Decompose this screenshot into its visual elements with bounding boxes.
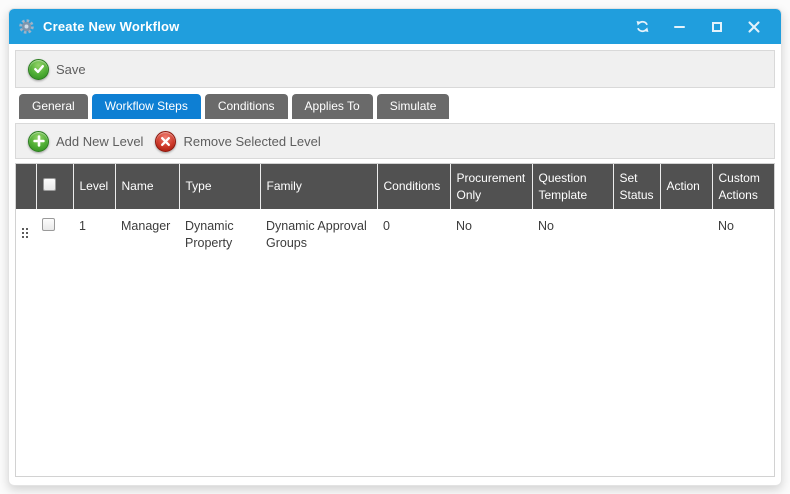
cell-procurement-only: No xyxy=(450,209,532,255)
tab-strip: General Workflow Steps Conditions Applie… xyxy=(15,94,775,119)
col-set-status[interactable]: Set Status xyxy=(613,164,660,209)
col-level[interactable]: Level xyxy=(73,164,115,209)
cell-custom-actions: No xyxy=(712,209,774,255)
row-select-cell xyxy=(36,209,73,255)
select-all-header xyxy=(36,164,73,209)
tab-conditions[interactable]: Conditions xyxy=(205,94,288,119)
save-button[interactable]: Save xyxy=(24,57,94,82)
save-label: Save xyxy=(56,62,86,77)
grid-toolbar: Add New Level Remove Selected Level xyxy=(15,123,775,159)
workflow-steps-grid: Level Name Type Family Conditions Procur… xyxy=(15,163,775,477)
drag-handle-icon[interactable] xyxy=(22,228,28,238)
cell-question-template: No xyxy=(532,209,613,255)
cell-family: Dynamic Approval Groups xyxy=(260,209,377,255)
header-row: Level Name Type Family Conditions Procur… xyxy=(16,164,774,209)
col-name[interactable]: Name xyxy=(115,164,179,209)
minimize-button[interactable] xyxy=(672,19,687,34)
maximize-icon xyxy=(712,22,722,32)
remove-cross-icon xyxy=(155,131,176,152)
col-action[interactable]: Action xyxy=(660,164,712,209)
create-workflow-dialog: Create New Workflow xyxy=(8,8,782,486)
desktop: { "window": { "title": "Create New Workf… xyxy=(0,0,790,494)
select-all-checkbox[interactable] xyxy=(43,178,56,191)
tab-general[interactable]: General xyxy=(19,94,88,119)
remove-selected-level-label: Remove Selected Level xyxy=(183,134,320,149)
remove-selected-level-button[interactable]: Remove Selected Level xyxy=(151,129,328,154)
cell-type: Dynamic Property xyxy=(179,209,260,255)
tab-simulate[interactable]: Simulate xyxy=(377,94,450,119)
cell-action xyxy=(660,209,712,255)
cell-name: Manager xyxy=(115,209,179,255)
refresh-icon xyxy=(635,19,650,34)
window-controls xyxy=(635,19,769,34)
maximize-button[interactable] xyxy=(709,19,724,34)
cell-level: 1 xyxy=(73,209,115,255)
col-conditions[interactable]: Conditions xyxy=(377,164,450,209)
titlebar[interactable]: Create New Workflow xyxy=(9,9,781,44)
row-drag-cell xyxy=(16,209,36,255)
drag-column-header xyxy=(16,164,36,209)
col-family[interactable]: Family xyxy=(260,164,377,209)
col-type[interactable]: Type xyxy=(179,164,260,209)
close-icon xyxy=(748,21,760,33)
add-plus-icon xyxy=(28,131,49,152)
tab-workflow-steps[interactable]: Workflow Steps xyxy=(92,94,201,119)
col-question-template[interactable]: Question Template xyxy=(532,164,613,209)
gear-icon xyxy=(18,18,35,35)
window-title: Create New Workflow xyxy=(43,19,179,34)
col-procurement-only[interactable]: Procurement Only xyxy=(450,164,532,209)
workflow-steps-table: Level Name Type Family Conditions Procur… xyxy=(16,164,774,255)
col-custom-actions[interactable]: Custom Actions xyxy=(712,164,774,209)
minimize-icon xyxy=(674,26,685,28)
save-toolbar: Save xyxy=(15,50,775,88)
add-new-level-label: Add New Level xyxy=(56,134,143,149)
close-button[interactable] xyxy=(746,19,761,34)
row-checkbox[interactable] xyxy=(42,218,55,231)
cell-conditions: 0 xyxy=(377,209,450,255)
dialog-body: Save General Workflow Steps Conditions A… xyxy=(9,44,781,485)
add-new-level-button[interactable]: Add New Level xyxy=(24,129,151,154)
table-row[interactable]: 1 Manager Dynamic Property Dynamic Appro… xyxy=(16,209,774,255)
tab-applies-to[interactable]: Applies To xyxy=(292,94,373,119)
cell-set-status xyxy=(613,209,660,255)
save-check-icon xyxy=(28,59,49,80)
refresh-button[interactable] xyxy=(635,19,650,34)
